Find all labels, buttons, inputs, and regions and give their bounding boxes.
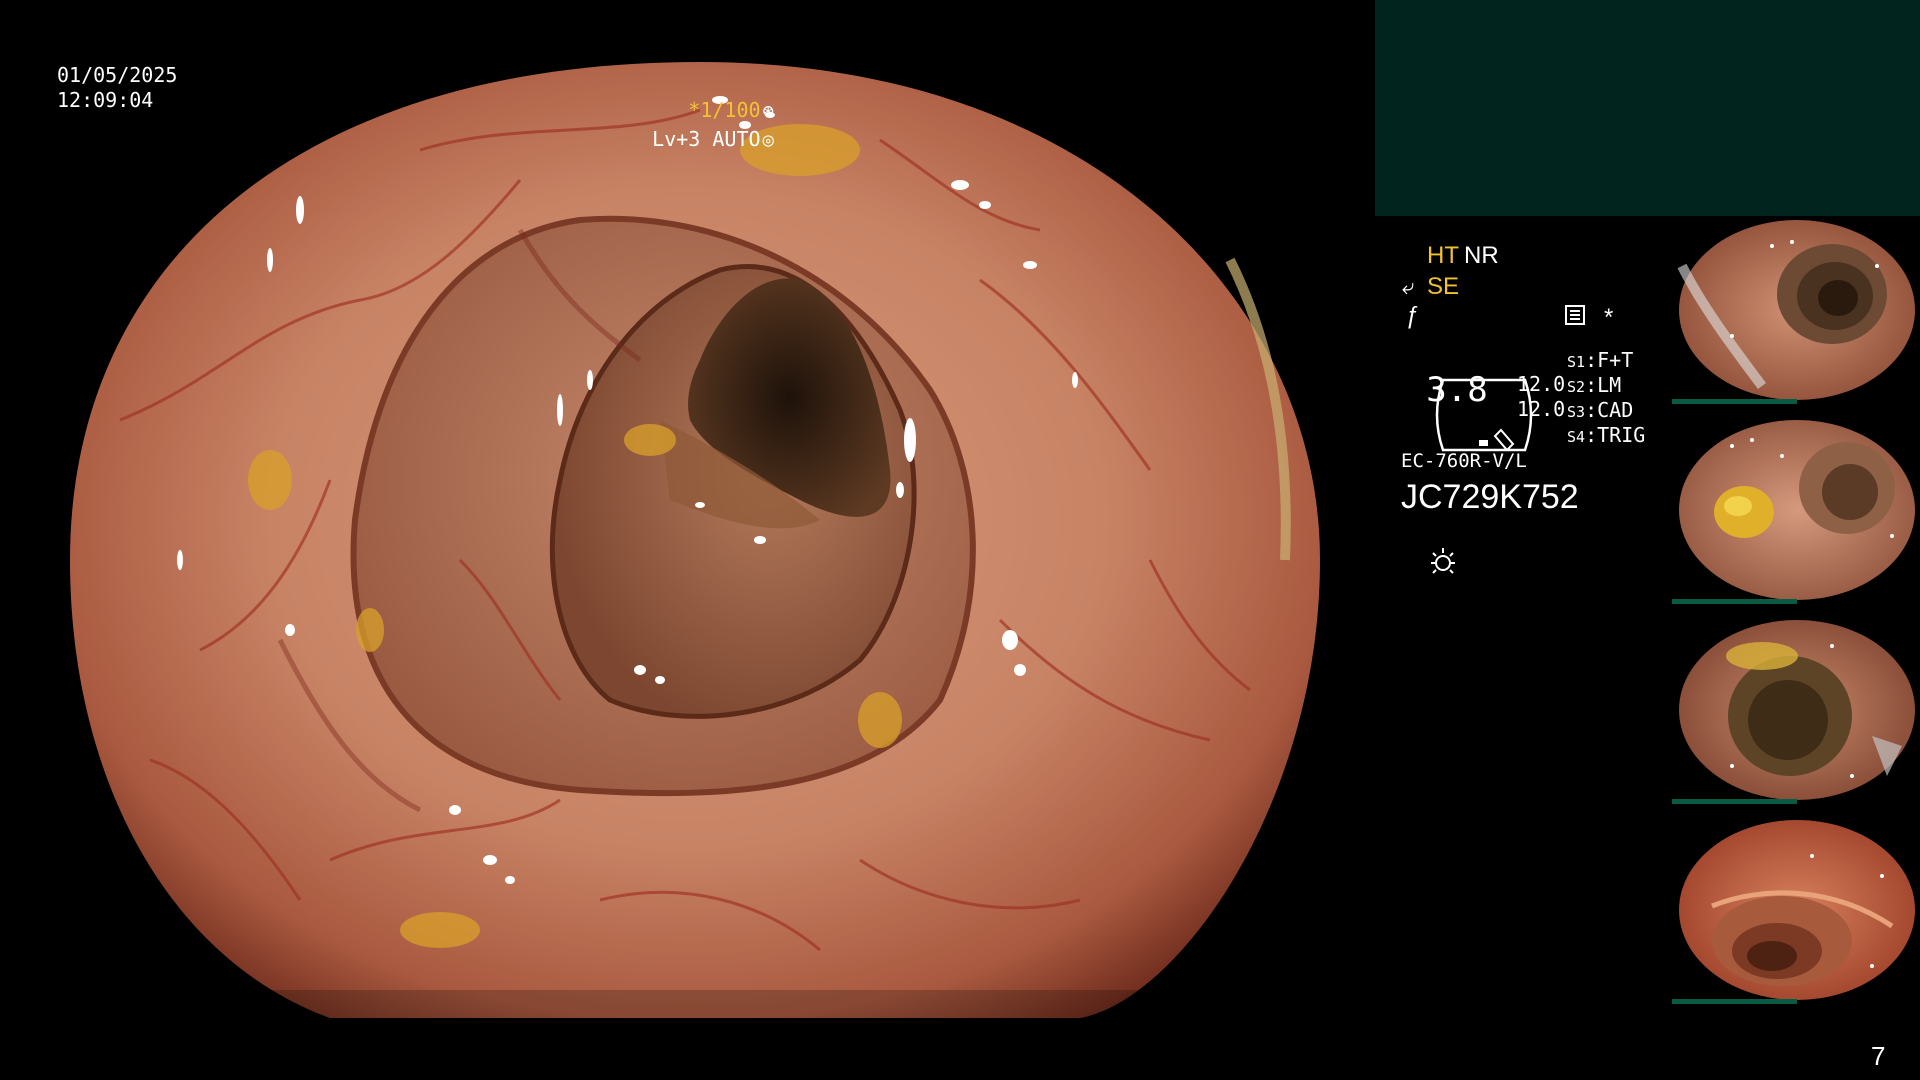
switch-key: S3 [1567,403,1586,421]
switch-key: S4 [1567,428,1586,446]
shutter-speed-label: *1/100 [688,98,761,122]
thumbnail-3[interactable] [1672,616,1920,804]
switch-value: F+T [1597,348,1634,372]
colon-lumen-image [70,62,1320,1018]
iris-auto-icon: ◎ [762,129,774,151]
switch-value: TRIG [1597,423,1646,447]
switch-key: S1 [1567,353,1586,371]
thumbnail-4[interactable] [1672,816,1920,1004]
scope-model: EC-760R-V/L [1401,450,1527,472]
switch-key: S2 [1567,378,1586,396]
aperture-icon: ⊛ [762,100,774,122]
zoom-value: 3.8 [1426,370,1488,410]
switch-s2: S2:LM [1567,373,1622,397]
document-icon [1565,305,1585,325]
endoscopy-screen: 01/05/2025 12:09:04 *1/100 ⊛ Lv+3 AUTO ◎ H… [0,0,1920,1080]
switch-s3: S3:CAD [1567,398,1634,422]
shutter-speed: *1/100 ⊛ [688,98,774,122]
switch-value: LM [1597,373,1622,397]
info-panel: HT NR ⤶ SE ƒ * 3.8 12.0 12.0 S1:F+T S2:L… [1375,216,1665,1080]
switch-s1: S1:F+T [1567,348,1634,372]
se-indicator: SE [1427,273,1460,300]
star-indicator: * [1604,304,1614,331]
time-label: 12:09:04 [57,88,154,112]
ht-indicator: HT [1427,242,1459,269]
endoscopic-view: 01/05/2025 12:09:04 *1/100 ⊛ Lv+3 AUTO ◎ [0,0,1375,1080]
capture-preview-box [1375,0,1920,216]
thumbnail-2[interactable] [1672,416,1920,604]
zoom-gauge: 3.8 [1402,352,1532,452]
nr-indicator: NR [1464,242,1499,269]
parameter-value-1: 12.0 [1517,372,1566,396]
freeze-icon: ƒ [1405,302,1419,329]
thumbnail-1[interactable] [1672,216,1920,404]
iris-mode: Lv+3 AUTO ◎ [652,127,774,151]
structure-enhance-icon: ⤶ [1402,274,1415,299]
scope-serial: JC729K752 [1401,478,1579,516]
light-source-icon [1400,528,1455,574]
parameter-value-2: 12.0 [1517,397,1566,421]
page-number: 7 [1871,1041,1886,1071]
date-label: 01/05/2025 [57,63,178,87]
switch-value: CAD [1597,398,1634,422]
iris-mode-label: Lv+3 AUTO [652,127,761,151]
switch-s4: S4:TRIG [1567,423,1646,447]
